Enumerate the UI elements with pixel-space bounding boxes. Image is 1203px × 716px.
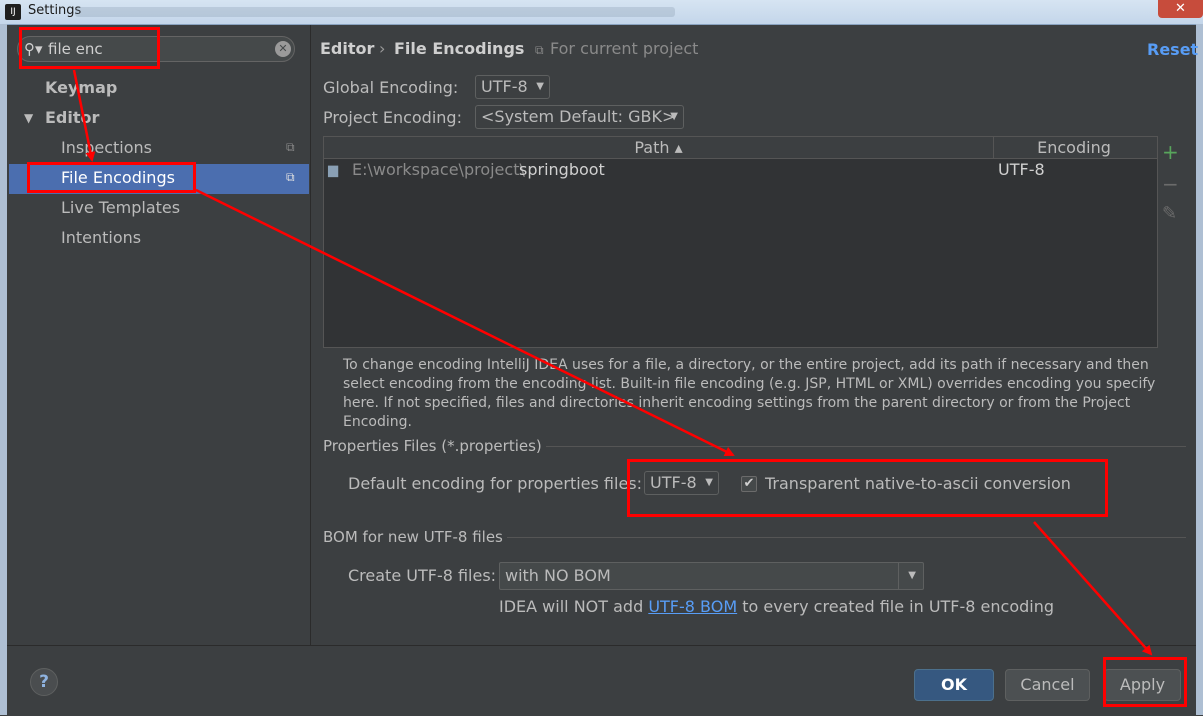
arrow-file-encodings-to-properties [195,188,735,457]
annotation-arrows [72,69,1153,656]
arrow-properties-to-apply [1033,521,1153,656]
arrow-search-to-file-encodings [72,69,96,162]
